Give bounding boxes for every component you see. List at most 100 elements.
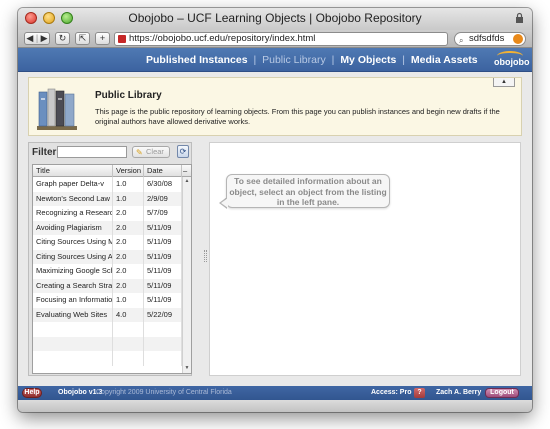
table-cell-version [113,322,144,337]
browser-search-field[interactable]: ⌕ sdfsdfds [454,32,526,46]
snapback-icon: ⇱ [78,33,87,43]
snapback-button[interactable]: ⇱ [75,32,90,45]
obojobo-logo[interactable]: obojobo [494,50,530,70]
table-cell-title: Focusing an Information [33,293,113,308]
table-cell-date: 5/7/09 [144,206,182,221]
scroll-down-icon[interactable]: ▼ [183,364,191,373]
add-bookmark-button[interactable]: + [95,32,110,45]
grid-scrollbar[interactable]: ▲ ▼ [182,177,191,373]
reload-button[interactable]: ↻ [55,32,70,45]
table-row[interactable]: Recognizing a Research 2.0 5/7/09 [33,206,182,221]
nav-my-objects[interactable]: My Objects [340,54,396,66]
access-help-button[interactable]: ? [414,388,425,398]
collapse-header-button[interactable]: ▲ [493,78,515,87]
table-row[interactable]: Newton's Second Law of 1.0 2/9/09 [33,191,182,206]
bookshelf-icon [37,88,77,130]
table-row[interactable] [33,322,182,337]
table-cell-version: 1.0 [113,293,144,308]
copyright-text: Copyright 2009 University of Central Flo… [96,389,232,396]
help-button[interactable]: Help [22,388,42,398]
table-cell-version: 2.0 [113,278,144,293]
column-menu-button[interactable]: – [182,165,191,177]
table-cell-title: Avoiding Plagiarism [33,220,113,235]
column-header-version[interactable]: Version [113,165,144,177]
back-forward-buttons[interactable]: ◀ | ▶ [24,32,50,45]
grid-header: Title Version Date – [33,165,191,177]
logout-button[interactable]: Logout [485,388,519,398]
refresh-list-button[interactable]: ⟳ [177,145,189,158]
clear-filter-button[interactable]: ✎ Clear [132,146,170,158]
caret-up-icon: ▲ [501,79,507,85]
table-cell-version [113,351,144,366]
table-cell-title: Evaluating Web Sites [33,307,113,322]
table-cell-date: 5/11/09 [144,220,182,235]
minimize-window-button[interactable] [43,12,55,24]
window-title: Obojobo – UCF Learning Objects | Obojobo… [128,11,422,25]
object-grid: Title Version Date – Graph paper Delta-v… [32,164,192,374]
address-bar-text: https://obojobo.ucf.edu/repository/index… [129,33,316,44]
pane-splitter[interactable] [204,250,207,262]
nav-separator: | [402,54,405,66]
table-cell-date: 5/11/09 [144,235,182,250]
lock-icon [516,12,523,23]
table-cell-title [33,322,113,337]
table-cell-version: 2.0 [113,264,144,279]
table-cell-version: 1.0 [113,191,144,206]
nav-public-library[interactable]: Public Library [262,54,326,66]
object-list-pane: Filter: ✎ Clear ⟳ Title Version Date – G… [28,142,192,376]
table-cell-date: 5/11/09 [144,293,182,308]
address-bar[interactable]: https://obojobo.ucf.edu/repository/index… [114,32,448,46]
browser-window: Obojobo – UCF Learning Objects | Obojobo… [18,8,532,412]
nav-published-instances[interactable]: Published Instances [146,54,248,66]
zoom-window-button[interactable] [61,12,73,24]
window-bottom-bar [18,400,532,412]
table-row[interactable] [33,336,182,351]
object-detail-pane: To see detailed information about an obj… [209,142,521,376]
table-row[interactable] [33,351,182,366]
search-go-icon[interactable] [513,34,523,44]
page-description: This page is the public repository of le… [95,107,500,126]
search-icon: ⌕ [459,36,464,45]
close-window-button[interactable] [25,12,37,24]
broom-icon: ✎ [136,148,143,157]
table-cell-title: Citing Sources Using ML [33,235,113,250]
table-row[interactable]: Citing Sources Using AP 2.0 5/11/09 [33,249,182,264]
scroll-up-icon[interactable]: ▲ [183,177,191,186]
browser-toolbar: ◀ | ▶ ↻ ⇱ + https://obojobo.ucf.edu/repo… [18,30,532,48]
table-cell-date [144,336,182,351]
reload-icon: ↻ [58,33,67,43]
table-cell-version: 2.0 [113,206,144,221]
table-row[interactable]: Citing Sources Using ML 2.0 5/11/09 [33,235,182,250]
nav-separator: | [331,54,335,66]
hint-arrow-inner [221,198,228,208]
table-row[interactable]: Maximizing Google Schol 2.0 5/11/09 [33,264,182,279]
nav-media-assets[interactable]: Media Assets [411,54,478,66]
column-header-title[interactable]: Title [33,165,113,177]
column-header-date[interactable]: Date [144,165,182,177]
table-cell-version: 2.0 [113,235,144,250]
page-header: ▲ Public Library This page is the public… [28,77,522,136]
browser-search-text: sdfsdfds [469,33,505,44]
table-cell-version: 1.0 [113,177,144,192]
table-cell-date [144,351,182,366]
table-row[interactable]: Evaluating Web Sites 4.0 5/22/09 [33,307,182,322]
table-cell-date: 5/22/09 [144,307,182,322]
table-row[interactable]: Avoiding Plagiarism 2.0 5/11/09 [33,220,182,235]
forward-arrow-icon[interactable]: ▶ [41,33,48,43]
table-row[interactable]: Creating a Search Strateg2.05/11/09 [33,278,182,293]
table-cell-date: 5/11/09 [144,264,182,279]
table-cell-version: 2.0 [113,220,144,235]
title-bar: Obojobo – UCF Learning Objects | Obojobo… [18,8,532,30]
filter-input[interactable] [57,146,127,158]
table-cell-title: Citing Sources Using AP [33,249,113,264]
table-cell-date: 5/11/09 [144,249,182,264]
table-cell-date: 5/11/09 [144,278,182,293]
table-cell-title: Creating a Search Strateg [33,278,113,293]
table-row[interactable]: Graph paper Delta-v 1.0 6/30/08 [33,177,182,192]
table-row[interactable]: Focusing an Information 1.0 5/11/09 [33,293,182,308]
access-level: Access: Pro [371,389,412,396]
page-title: Public Library [95,90,162,101]
detail-hint-bubble: To see detailed information about an obj… [226,174,390,208]
nav-separator: | [253,54,257,66]
top-navigation: Published Instances | Public Library | M… [18,48,532,72]
